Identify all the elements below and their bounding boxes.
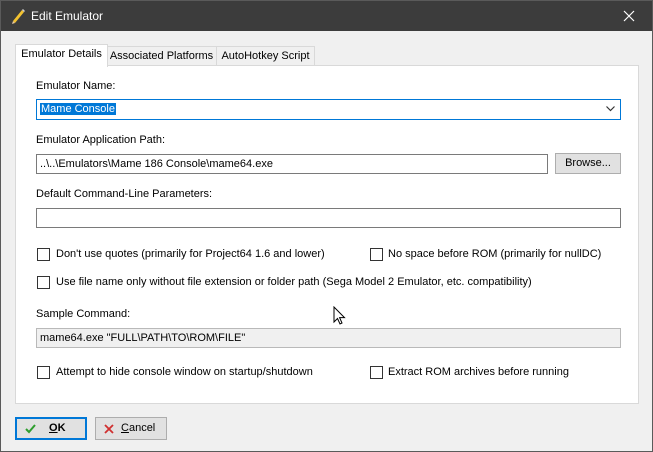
- window-title: Edit Emulator: [31, 9, 104, 23]
- edit-emulator-dialog: Edit Emulator Emulator Details Associate…: [0, 0, 653, 452]
- cancel-button[interactable]: Cancel: [95, 417, 167, 440]
- mouse-cursor-icon: [333, 306, 346, 325]
- tab-associated-platforms[interactable]: Associated Platforms: [106, 46, 217, 66]
- no-quotes-checkbox[interactable]: [37, 248, 50, 261]
- hide-console-checkbox[interactable]: [37, 366, 50, 379]
- ok-button[interactable]: OK: [15, 417, 87, 440]
- cancel-x-icon: [104, 424, 114, 434]
- chevron-down-icon[interactable]: [606, 106, 615, 112]
- sample-command-label: Sample Command:: [36, 308, 131, 320]
- sample-command-field: mame64.exe "FULL\PATH\TO\ROM\FILE": [36, 328, 621, 348]
- tab-emulator-details[interactable]: Emulator Details: [15, 44, 108, 67]
- emulator-name-label: Emulator Name:: [36, 80, 116, 92]
- no-space-checkbox[interactable]: [370, 248, 383, 261]
- emulator-name-combobox[interactable]: Mame Console: [36, 99, 621, 120]
- cancel-accelerator: C: [121, 422, 129, 434]
- filename-only-checkbox[interactable]: [37, 276, 50, 289]
- emulator-name-value: Mame Console: [40, 103, 116, 115]
- checkmark-icon: [25, 424, 36, 434]
- no-space-label[interactable]: No space before ROM (primarily for nullD…: [388, 248, 601, 260]
- ok-label: OK: [49, 419, 66, 438]
- tab-autohotkey-script[interactable]: AutoHotkey Script: [216, 46, 315, 66]
- title-bar[interactable]: Edit Emulator: [1, 1, 652, 31]
- cancel-label-rest: ancel: [128, 422, 156, 434]
- command-line-parameters-label: Default Command-Line Parameters:: [36, 188, 213, 200]
- close-button[interactable]: [606, 1, 652, 31]
- ok-accelerator: O: [49, 422, 58, 434]
- no-quotes-label[interactable]: Don't use quotes (primarily for Project6…: [56, 248, 325, 260]
- command-line-parameters-input[interactable]: [36, 208, 621, 228]
- close-icon: [623, 10, 635, 22]
- ok-label-rest: K: [57, 422, 66, 434]
- application-path-input[interactable]: ..\..\Emulators\Mame 186 Console\mame64.…: [36, 154, 548, 174]
- hide-console-label[interactable]: Attempt to hide console window on startu…: [56, 366, 313, 378]
- application-path-label: Emulator Application Path:: [36, 134, 166, 146]
- browse-button[interactable]: Browse...: [555, 153, 621, 174]
- extract-rom-label[interactable]: Extract ROM archives before running: [388, 366, 569, 378]
- cancel-label: Cancel: [121, 418, 155, 439]
- extract-rom-checkbox[interactable]: [370, 366, 383, 379]
- filename-only-label[interactable]: Use file name only without file extensio…: [56, 276, 532, 288]
- pencil-icon: [12, 9, 25, 24]
